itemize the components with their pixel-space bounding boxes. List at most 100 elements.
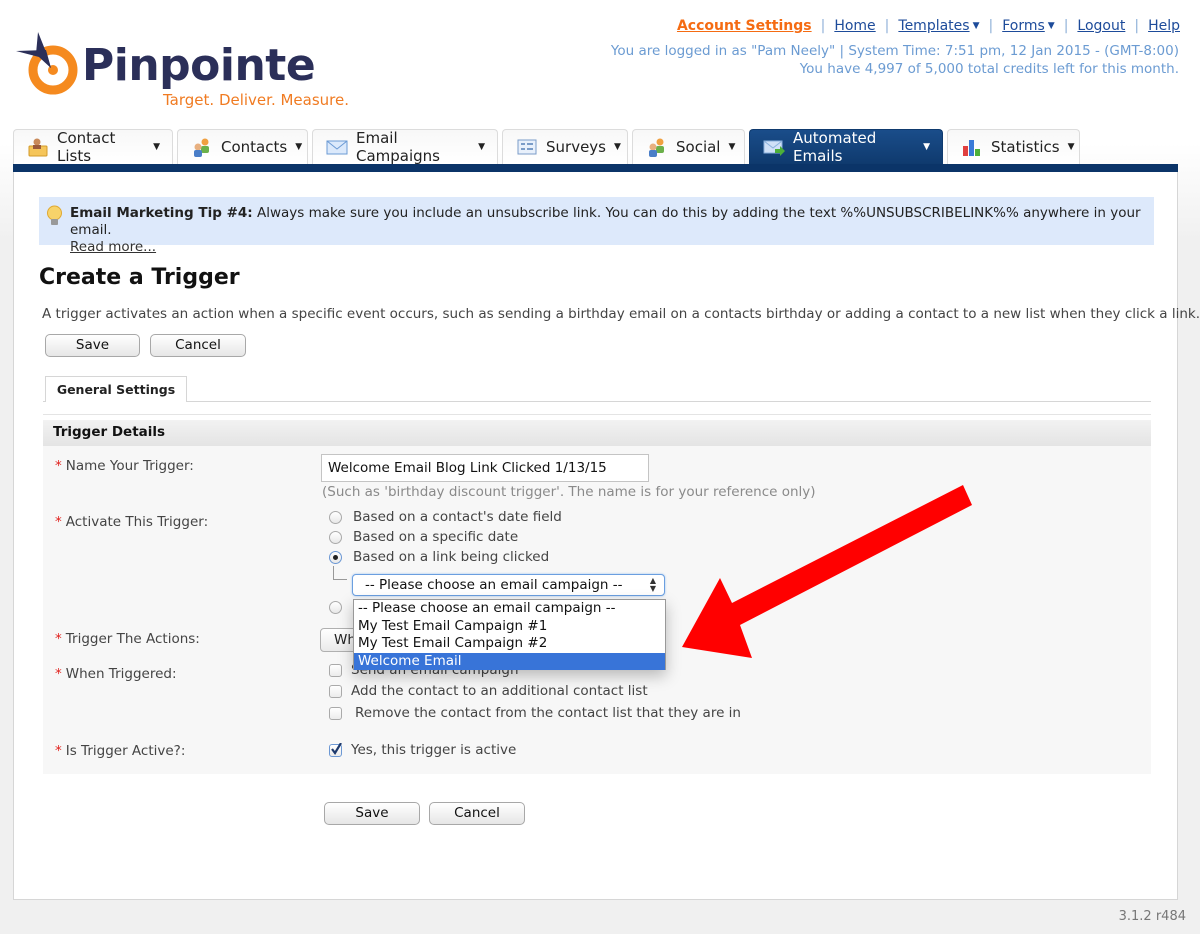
required-mark: * [55, 514, 62, 530]
brand-name: Pinpointe [82, 40, 316, 91]
version-label: 3.1.2 r484 [1118, 909, 1186, 924]
when-option-remove-list[interactable]: Remove the contact from the contact list… [329, 705, 741, 721]
dropdown-option-highlighted[interactable]: Welcome Email [354, 652, 665, 670]
page-title: Create a Trigger [39, 265, 240, 290]
caret-down-icon: ▼ [972, 21, 980, 31]
credits-info: You have 4,997 of 5,000 total credits le… [799, 61, 1179, 77]
option-label: Based on a link being clicked [353, 549, 550, 565]
dropdown-option[interactable]: My Test Email Campaign #1 [354, 618, 665, 636]
activate-option-specific-date[interactable]: Based on a specific date [329, 529, 518, 545]
account-settings-link[interactable]: Account Settings [677, 18, 812, 34]
save-button-top[interactable]: Save [45, 334, 140, 357]
section-title: Trigger Details [43, 420, 1151, 446]
checkbox[interactable] [329, 663, 342, 677]
main-nav: Contact Lists ▼ Contacts ▼ Email Campaig… [13, 129, 1084, 165]
separator: | [820, 18, 826, 34]
trigger-name-input[interactable] [321, 454, 649, 482]
automated-email-icon [763, 137, 785, 157]
active-label-text: Is Trigger Active?: [65, 743, 186, 759]
active-label: * Is Trigger Active?: [55, 743, 185, 759]
activate-option-hidden[interactable] [329, 601, 353, 614]
save-button-bottom[interactable]: Save [324, 802, 420, 825]
survey-icon [516, 137, 538, 157]
select-value: -- Please choose an email campaign -- [365, 577, 623, 593]
tab-social[interactable]: Social ▼ [632, 129, 745, 164]
contacts-icon [191, 137, 213, 157]
caret-down-icon: ▼ [923, 142, 930, 152]
name-label: * Name Your Trigger: [55, 458, 194, 474]
tab-label: Automated Emails [793, 129, 877, 165]
option-label: Based on a contact's date field [353, 509, 562, 525]
divider [43, 401, 1151, 402]
required-mark: * [55, 666, 62, 682]
activate-label-text: Activate This Trigger: [65, 514, 209, 530]
radio-button[interactable] [329, 510, 342, 524]
when-option-add-list[interactable]: Add the contact to an additional contact… [329, 683, 648, 699]
tab-label: Surveys [546, 138, 606, 156]
cancel-button-top[interactable]: Cancel [150, 334, 246, 357]
forms-link-label: Forms [1002, 18, 1045, 34]
tab-email-campaigns[interactable]: Email Campaigns ▼ [312, 129, 498, 165]
caret-down-icon: ▼ [478, 142, 485, 152]
tab-label: Social [676, 138, 721, 156]
checkbox[interactable] [329, 684, 342, 698]
separator: | [1134, 18, 1140, 34]
header-links: Account Settings | Home | Templates ▼ | Forms ▼ |… [677, 18, 1180, 34]
caret-down-icon: ▼ [1047, 21, 1055, 31]
checkmark-icon [331, 742, 342, 755]
logout-link[interactable]: Logout [1077, 18, 1125, 34]
templates-link-label: Templates [898, 18, 970, 34]
option-label: Yes, this trigger is active [351, 742, 517, 758]
annotation-arrow-icon [682, 485, 972, 658]
nav-bar [13, 164, 1178, 172]
home-link[interactable]: Home [834, 18, 875, 34]
activate-option-link-clicked[interactable]: Based on a link being clicked [329, 549, 549, 565]
tab-statistics[interactable]: Statistics ▼ [947, 129, 1080, 164]
separator: | [884, 18, 890, 34]
tab-label: Contacts [221, 138, 288, 156]
social-icon [646, 137, 668, 157]
checkbox-checked[interactable] [329, 742, 342, 757]
contact-lists-icon [27, 137, 49, 157]
divider [43, 414, 1151, 415]
radio-button[interactable] [329, 530, 342, 544]
separator: | [1063, 18, 1069, 34]
pinpointe-logo[interactable]: Pinpointe Target. Deliver. Measure. [16, 30, 356, 112]
tip-title: Email Marketing Tip #4: [70, 205, 253, 221]
caret-down-icon: ▼ [728, 142, 736, 152]
radio-button[interactable] [329, 601, 342, 614]
separator: | [988, 18, 994, 34]
tab-general-settings[interactable]: General Settings [45, 376, 187, 402]
target-logo-icon [16, 32, 78, 95]
trigger-active-option[interactable]: Yes, this trigger is active [329, 742, 516, 758]
tab-contact-lists[interactable]: Contact Lists ▼ [13, 129, 173, 165]
marketing-tip: Email Marketing Tip #4: Always make sure… [39, 197, 1154, 255]
actions-label-text: Trigger The Actions: [65, 631, 200, 647]
option-label: Based on a specific date [353, 529, 519, 545]
templates-link[interactable]: Templates ▼ [898, 18, 979, 34]
when-label-text: When Triggered: [65, 666, 177, 682]
radio-button-selected[interactable] [329, 550, 342, 564]
forms-link[interactable]: Forms ▼ [1002, 18, 1054, 34]
tab-surveys[interactable]: Surveys ▼ [502, 129, 628, 164]
activate-option-date-field[interactable]: Based on a contact's date field [329, 509, 562, 525]
dropdown-option[interactable]: My Test Email Campaign #2 [354, 635, 665, 653]
tab-contacts[interactable]: Contacts ▼ [177, 129, 308, 164]
page-description: A trigger activates an action when a spe… [42, 306, 1200, 322]
checkbox[interactable] [329, 706, 342, 720]
login-info: You are logged in as "Pam Neely" | Syste… [610, 43, 1179, 59]
read-more-link[interactable]: Read more... [70, 239, 156, 255]
required-mark: * [55, 458, 62, 474]
email-campaign-select[interactable]: -- Please choose an email campaign -- ▲ ▼ [352, 574, 665, 596]
tab-automated-emails[interactable]: Automated Emails ▼ [749, 129, 943, 165]
when-triggered-label: * When Triggered: [55, 666, 177, 682]
cancel-button-bottom[interactable]: Cancel [429, 802, 525, 825]
required-mark: * [55, 631, 62, 647]
lightbulb-icon [47, 205, 62, 225]
help-link[interactable]: Help [1148, 18, 1180, 34]
tab-label: Contact Lists [57, 129, 116, 165]
option-label: Remove the contact from the contact list… [355, 705, 741, 721]
session-info: You are logged in as "Pam Neely" | Syste… [611, 42, 1179, 78]
dropdown-option[interactable]: -- Please choose an email campaign -- [354, 600, 665, 618]
tree-connector [333, 566, 347, 580]
